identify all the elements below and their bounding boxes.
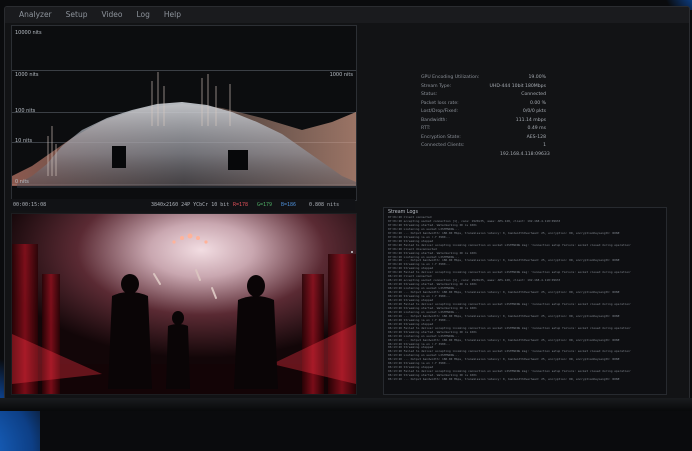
monitor-screen: Analyzer Setup Video Log Help 10000 nits…	[4, 6, 690, 400]
client-ip: 192.168.4.118:09633	[500, 152, 550, 157]
measurement-status-bar: 00:00:15:08 3840x2160 24P YCbCr 10 bit R…	[11, 199, 355, 211]
label-1000-nits-right: 1000 nits	[329, 72, 353, 78]
stat-label: Packet loss rate:	[421, 100, 459, 106]
monitor-bottom-bezel	[0, 398, 692, 411]
stat-row: Packet loss rate: 0.00 %	[421, 100, 546, 109]
menu-setup[interactable]: Setup	[59, 7, 95, 23]
menu-bar: Analyzer Setup Video Log Help	[5, 7, 689, 23]
menu-analyzer[interactable]: Analyzer	[5, 7, 59, 23]
stat-value: 1	[543, 143, 546, 148]
log-list: 07:01:20 Client connected 07:01:20 accept…	[384, 215, 666, 382]
stat-value: 19.00%	[528, 75, 546, 80]
nits-readout: 0.808 nits	[309, 202, 340, 208]
stat-value: 111.14 mbps	[515, 117, 546, 123]
signal-format: 3840x2160 24P YCbCr 10 bit	[151, 202, 230, 208]
waveform-monitor[interactable]: 10000 nits 1000 nits 1000 nits 100 nits …	[11, 25, 357, 201]
label-10000-nits: 10000 nits	[15, 30, 42, 36]
stat-label: Lost/Drop/Fixed:	[421, 109, 459, 114]
stat-label: Status:	[421, 92, 438, 97]
stat-value: 0.49 ms	[527, 126, 546, 131]
menu-help[interactable]: Help	[157, 7, 188, 23]
label-10-nits: 10 nits	[15, 138, 33, 144]
r-value: R=178	[233, 202, 249, 208]
stat-label: Connected Clients:	[421, 143, 465, 148]
g-value: G=179	[257, 202, 273, 208]
stat-value: AES-128	[526, 134, 546, 140]
stat-row: Stream Type: UHD-444 10bit 180Mbps	[421, 83, 546, 92]
menu-log[interactable]: Log	[130, 7, 157, 23]
panel-divider-handle[interactable]	[351, 251, 353, 253]
stat-label: Stream Type:	[421, 83, 452, 89]
stat-row: Encryption State: AES-128	[421, 134, 546, 143]
stat-row: Status: Connected	[421, 91, 546, 100]
video-frame	[12, 214, 356, 394]
stat-value: UHD-444 10bit 180Mbps	[489, 83, 547, 89]
menu-video[interactable]: Video	[94, 7, 129, 23]
stat-label: Encryption State:	[421, 134, 461, 140]
label-100-nits: 100 nits	[15, 108, 36, 114]
stat-row: GPU Encoding Utilization: 19.00%	[421, 74, 546, 83]
stat-value: 0.00 %	[529, 100, 546, 106]
b-value: B=186	[281, 202, 297, 208]
timecode: 00:00:15:08	[13, 202, 47, 208]
waveform-graph	[12, 72, 356, 188]
video-preview[interactable]	[11, 213, 357, 395]
stat-row: Lost/Drop/Fixed: 0/0/0 pkts	[421, 108, 546, 117]
log-line: 06:13:20 ... Output bandwidth: 180.00 Mb…	[388, 377, 620, 382]
stat-label: Bandwidth:	[421, 117, 448, 123]
label-1000-nits-left: 1000 nits	[15, 72, 39, 78]
label-0-nits: 0 nits	[15, 179, 29, 185]
stat-label: GPU Encoding Utilization:	[421, 75, 480, 80]
stream-logs-panel[interactable]: Stream Logs 07:01:20 Client connected 07:…	[383, 207, 667, 395]
stat-value: 0/0/0 pkts	[522, 109, 546, 114]
stat-label: RTT:	[421, 126, 431, 131]
stat-row: Connected Clients: 1	[421, 142, 546, 151]
stat-row: RTT: 0.49 ms	[421, 125, 546, 134]
stream-stats: GPU Encoding Utilization: 19.00% Stream T…	[421, 74, 546, 151]
stat-row: Bandwidth: 111.14 mbps	[421, 117, 546, 126]
stat-value: Connected	[521, 92, 546, 97]
